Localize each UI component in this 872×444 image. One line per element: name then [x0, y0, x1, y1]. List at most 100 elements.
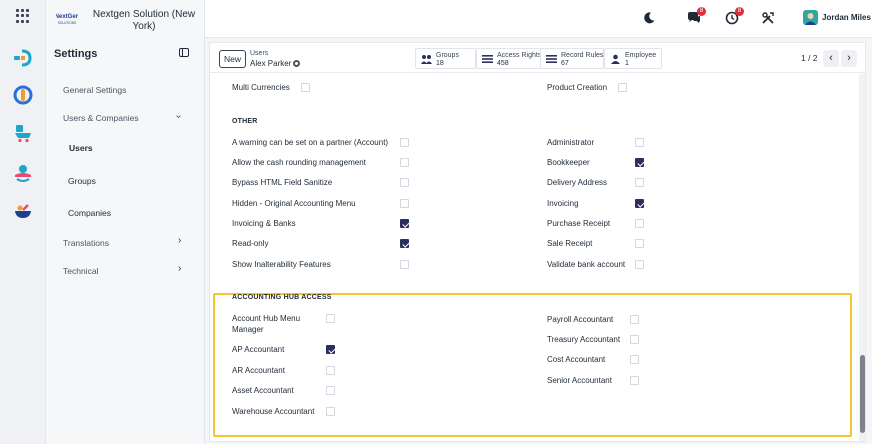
field-label: Show Inalterability Features	[232, 260, 331, 269]
field-label: Product Creation	[547, 83, 608, 92]
checkbox-ar-accountant[interactable]	[326, 366, 335, 375]
checkbox-warehouse-accountant[interactable]	[326, 407, 335, 416]
smart-button-label: Groups	[436, 52, 459, 59]
profile-icon[interactable]	[13, 163, 33, 183]
field-label: Allow the cash rounding management	[232, 158, 366, 167]
accounting-hub-icon[interactable]	[13, 85, 33, 105]
company-name[interactable]: Nextgen Solution (New York)	[86, 9, 202, 33]
checkbox-invoicing-banks[interactable]	[400, 219, 409, 228]
checkbox-validate-bank-account[interactable]	[635, 260, 644, 269]
sidebar-item-groups[interactable]: Groups	[68, 176, 96, 186]
gear-icon[interactable]	[293, 60, 300, 67]
checkbox-bypass-html[interactable]	[400, 178, 409, 187]
field-label: Hidden - Original Accounting Menu	[232, 199, 356, 208]
checkbox-cash-rounding[interactable]	[400, 158, 409, 167]
checkbox-ap-accountant[interactable]	[326, 345, 335, 354]
messages-badge: 8	[697, 7, 706, 16]
smart-button-employee[interactable]: Employee 1	[604, 48, 662, 69]
field-label: Bookkeeper	[547, 158, 590, 167]
field-label: Payroll Accountant	[547, 315, 614, 324]
chevron-down-icon[interactable]: ›	[173, 115, 184, 118]
smart-button-value: 458	[497, 60, 509, 67]
smart-button-label: Access Rights	[497, 52, 542, 59]
field-label: Asset Accountant	[232, 386, 294, 395]
section-heading-accounting-hub: ACCOUNTING HUB ACCESS	[232, 294, 332, 301]
checkbox-senior-accountant[interactable]	[630, 376, 639, 385]
checkbox-delivery-address[interactable]	[635, 178, 644, 187]
checkbox-inalterability[interactable]	[400, 260, 409, 269]
checkbox-cost-accountant[interactable]	[630, 355, 639, 364]
hub-bowl-icon[interactable]	[13, 201, 33, 221]
collapse-sidebar-icon[interactable]	[179, 48, 189, 57]
pager-previous-button[interactable]: ‹	[823, 50, 839, 67]
smart-button-record-rules[interactable]: Record Rules 67	[540, 48, 604, 69]
field-label-cont: Manager	[232, 325, 264, 334]
sidebar-item-general-settings[interactable]: General Settings	[63, 85, 126, 95]
company-logo: NextGen SOLUTIONS	[56, 14, 78, 25]
scrollbar-thumb[interactable]	[860, 355, 865, 433]
checkbox-asset-accountant[interactable]	[326, 386, 335, 395]
list-icon	[546, 55, 557, 63]
sidebar-item-technical[interactable]: Technical	[63, 266, 98, 276]
sales-cart-icon[interactable]	[13, 123, 33, 143]
checkbox-hidden-accounting-menu[interactable]	[400, 199, 409, 208]
sidebar-item-translations[interactable]: Translations	[63, 238, 109, 248]
tools-icon[interactable]	[761, 11, 775, 25]
breadcrumb-record: Alex Parker	[250, 59, 292, 68]
main-content: New Users Alex Parker Groups 18 Access R…	[205, 38, 872, 444]
control-panel: New Users Alex Parker Groups 18 Access R…	[210, 43, 865, 73]
new-button[interactable]: New	[219, 50, 246, 68]
smart-button-value: 1	[625, 60, 629, 67]
field-label: Treasury Accountant	[547, 335, 621, 344]
pager-next-button[interactable]: ›	[841, 50, 857, 67]
discuss-icon[interactable]	[13, 48, 33, 68]
checkbox-treasury-accountant[interactable]	[630, 335, 639, 344]
breadcrumb-users[interactable]: Users	[250, 50, 268, 57]
checkbox-partner-warning[interactable]	[400, 138, 409, 147]
field-label: Cost Accountant	[547, 355, 606, 364]
checkbox-account-hub-menu-manager[interactable]	[326, 314, 335, 323]
list-icon	[482, 55, 493, 63]
svg-text:SOLUTIONS: SOLUTIONS	[58, 21, 76, 25]
user-name[interactable]: Jordan Miles	[822, 13, 871, 22]
checkbox-sale-receipt[interactable]	[635, 239, 644, 248]
field-label: Delivery Address	[547, 178, 608, 187]
smart-button-value: 67	[561, 60, 569, 67]
employee-icon	[611, 54, 620, 64]
sidebar-item-users[interactable]: Users	[69, 143, 93, 153]
checkbox-read-only[interactable]	[400, 239, 409, 248]
activities-button[interactable]: 8	[725, 7, 744, 25]
section-heading-other: OTHER	[232, 118, 258, 125]
apps-grid-icon[interactable]	[16, 9, 30, 23]
chevron-right-icon[interactable]: ›	[178, 263, 181, 274]
smart-button-access-rights[interactable]: Access Rights 458	[476, 48, 549, 69]
smart-button-groups[interactable]: Groups 18	[415, 48, 476, 69]
field-label: Account Hub Menu	[232, 314, 301, 323]
field-label: Multi Currencies	[232, 83, 290, 92]
sidebar-item-companies[interactable]: Companies	[68, 208, 111, 218]
checkbox-product-creation[interactable]	[618, 83, 627, 92]
groups-icon	[421, 55, 432, 64]
top-navbar: 8 8 Jordan Miles	[205, 0, 872, 38]
field-label: Invoicing & Banks	[232, 219, 296, 228]
field-label: Sale Receipt	[547, 239, 593, 248]
pager-value[interactable]: 1 / 2	[801, 53, 818, 63]
sidebar-item-users-companies[interactable]: Users & Companies	[63, 113, 139, 123]
checkbox-administrator[interactable]	[635, 138, 644, 147]
checkbox-purchase-receipt[interactable]	[635, 219, 644, 228]
smart-button-label: Employee	[625, 52, 657, 59]
dark-mode-moon-icon[interactable]	[642, 11, 656, 25]
field-label: Warehouse Accountant	[232, 407, 315, 416]
checkbox-multi-currencies[interactable]	[301, 83, 310, 92]
smart-button-value: 18	[436, 60, 444, 67]
field-label: AP Accountant	[232, 345, 285, 354]
chevron-left-icon: ‹	[829, 52, 833, 64]
field-label: Purchase Receipt	[547, 219, 611, 228]
messages-button[interactable]: 8	[687, 7, 706, 25]
user-avatar[interactable]	[803, 10, 818, 25]
chevron-right-icon[interactable]: ›	[178, 235, 181, 246]
checkbox-payroll-accountant[interactable]	[630, 315, 639, 324]
checkbox-bookkeeper[interactable]	[635, 158, 644, 167]
avatar-person-icon	[805, 13, 816, 25]
checkbox-invoicing[interactable]	[635, 199, 644, 208]
